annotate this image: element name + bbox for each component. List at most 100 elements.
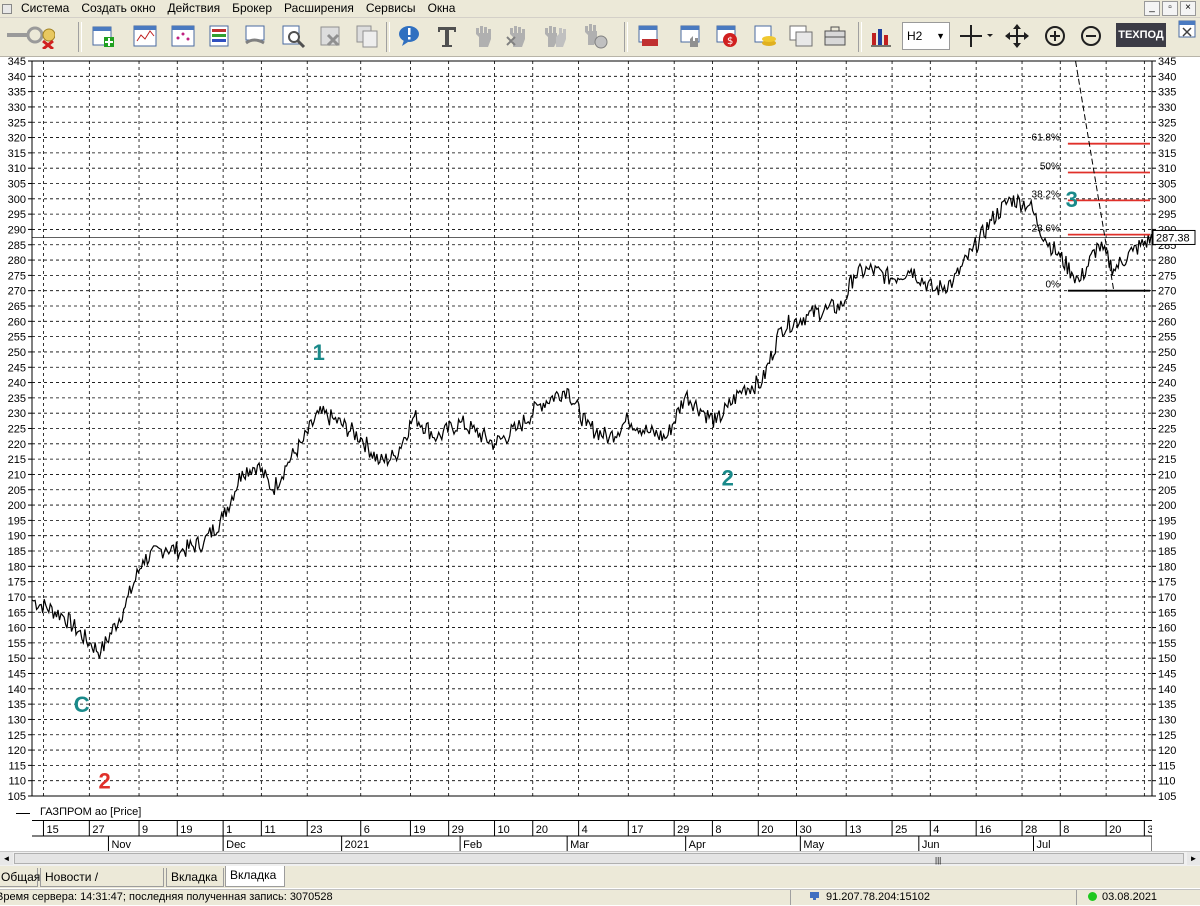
scroll-right-icon[interactable]: ► [1187,852,1200,865]
price-point [1009,198,1012,200]
timeframe-select[interactable]: H2 ▼ [902,22,950,50]
coins-icon[interactable] [750,21,780,51]
scroll-left-icon[interactable]: ◄ [0,852,13,865]
menu-sistema[interactable]: Система [16,0,76,17]
close-window-icon[interactable]: × [1180,1,1196,16]
techpod-button[interactable]: ТЕХПОД [1116,23,1166,47]
hand-sell-icon[interactable] [502,21,532,51]
price-chart[interactable]: 345 345 340 340 335 335 330 330 325 325 320 320 315 3… [0,56,1200,806]
price-point [394,455,396,457]
month-tick-label: Apr [689,839,706,851]
hand-order-icon[interactable] [676,21,706,51]
day-tick-label: 13 [849,824,861,836]
grip-icon: ||| [935,856,942,865]
bar-chart-icon[interactable] [130,21,160,51]
y-tick-label-left: 140 [8,684,26,696]
horizontal-scrollbar[interactable]: ◄ ||| ► [0,851,1200,867]
menu-extensions[interactable]: Расширения [279,0,361,17]
y-tick-label-left: 265 [8,301,26,313]
price-point [826,308,828,310]
y-tick-label-left: 175 [8,577,26,589]
price-point [933,290,935,292]
price-point [990,219,993,221]
price-point [287,461,289,463]
y-tick-label-left: 235 [8,393,26,405]
chart-canvas[interactable]: 345 345 340 340 335 335 330 330 325 325 320 320 315 3… [0,56,1200,806]
price-point [665,437,668,439]
y-tick-label-right: 180 [1158,561,1176,573]
price-point [459,421,461,423]
trades-icon[interactable] [240,21,270,51]
hand-buy-icon[interactable] [468,21,498,51]
close-chart-icon[interactable] [1178,20,1196,38]
zoom-out-icon[interactable] [1076,21,1106,51]
menu-services[interactable]: Сервисы [361,0,423,17]
restore-icon[interactable]: ▫ [1162,1,1178,16]
price-point [302,440,304,442]
price-point [436,437,438,439]
price-point [493,443,496,445]
day-tick-label: 6 [364,824,370,836]
menu-windows[interactable]: Окна [423,0,463,17]
move-icon[interactable] [1002,21,1032,51]
tab-news[interactable]: Новости / Сообщения [40,868,164,903]
day-tick-label: 16 [979,824,991,836]
wave-label: 1 [313,340,325,365]
briefcase-icon[interactable] [820,21,850,51]
price-point [704,412,706,414]
y-tick-label-left: 170 [8,592,26,604]
candle-chart-icon[interactable] [168,21,198,51]
y-tick-label-right: 165 [1158,607,1176,619]
text-icon[interactable] [432,21,462,51]
y-tick-label-left: 120 [8,745,26,757]
copy-icon[interactable] [352,21,382,51]
y-tick-label-right: 270 [1158,286,1176,298]
window-controls: _ ▫ × [1144,1,1196,16]
day-tick-label: 20 [536,824,548,836]
menu-actions[interactable]: Действия [163,0,228,17]
server-status: Время сервера: 14:31:47; последняя получ… [0,891,333,903]
y-tick-label-right: 320 [1158,133,1176,145]
menu-broker[interactable]: Брокер [227,0,279,17]
search-icon[interactable] [278,21,308,51]
y-tick-label-right: 335 [1158,87,1176,99]
table-icon[interactable] [204,21,234,51]
price-point [715,421,717,423]
day-tick-label: 17 [631,824,643,836]
tab-4[interactable]: Вкладка 4 [225,866,285,901]
minimize-icon[interactable]: _ [1144,1,1160,16]
tab-general[interactable]: Общая [0,868,40,887]
hand-money-icon[interactable] [580,21,610,51]
app-icon[interactable] [2,3,12,14]
y-tick-label-left: 290 [8,224,26,236]
day-tick-label: 1 [226,824,232,836]
forms-icon[interactable] [786,21,816,51]
y-tick-label-right: 315 [1158,148,1176,160]
crosshair-icon[interactable] [956,21,996,51]
price-point [256,464,259,466]
y-tick-label-right: 120 [1158,745,1176,757]
order-icon[interactable] [634,21,664,51]
tab-3[interactable]: Вкладка 3 [166,868,224,903]
month-tick-label: 2021 [345,839,369,851]
hand-both-icon[interactable] [540,21,570,51]
fib-level-label: 61.8% [1032,133,1060,144]
scrollbar-thumb[interactable]: ||| [14,853,1184,865]
price-point [379,461,381,463]
y-tick-label-left: 215 [8,454,26,466]
wave-label: 2 [722,466,734,491]
price-point [241,470,243,472]
money-red-icon[interactable]: $ [712,21,742,51]
y-tick-label-left: 195 [8,515,26,527]
delete-window-icon[interactable] [316,21,346,51]
menu-create-window[interactable]: Создать окно [76,0,162,17]
zoom-in-icon[interactable] [1040,21,1070,51]
price-point [1097,244,1100,246]
key-icon[interactable] [4,21,56,51]
indicator-icon[interactable] [866,21,896,51]
status-date: 03.08.2021 [1088,891,1157,903]
alert-icon[interactable] [394,21,424,51]
y-tick-label-left: 200 [8,500,26,512]
y-tick-label-right: 200 [1158,500,1176,512]
new-chart-icon[interactable] [88,21,118,51]
